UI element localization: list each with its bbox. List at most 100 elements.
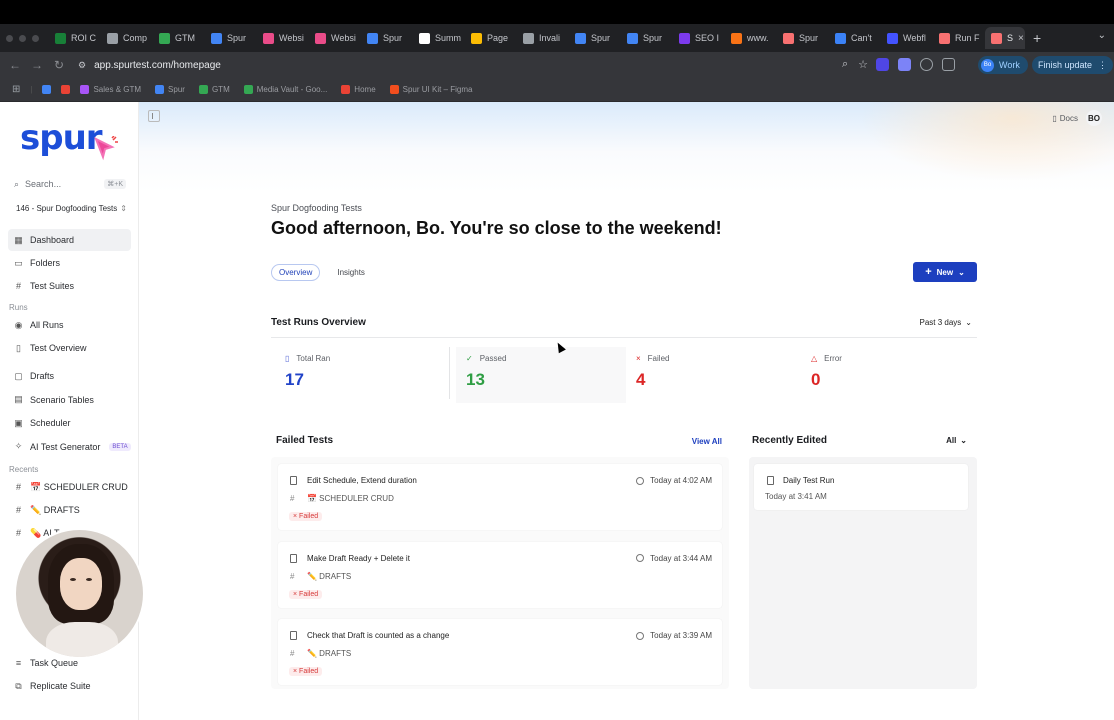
extension-icon[interactable] [920, 58, 933, 71]
view-all-link[interactable]: View All [692, 437, 722, 446]
stat-error[interactable]: △ Error 0 [801, 347, 971, 403]
sidebar-item[interactable]: ✧ AI Test Generator BETA [8, 436, 131, 458]
browser-tab[interactable]: Page [465, 27, 517, 49]
failed-test-card[interactable]: Edit Schedule, Extend duration # 📅 SCHEDUL… [278, 464, 722, 530]
bookmark-gmail[interactable] [61, 85, 71, 94]
bookmark-favicon-icon [389, 85, 399, 94]
spur-logo[interactable]: spur [20, 118, 118, 162]
bookmark-item[interactable]: Media Vault - Goo... [243, 85, 327, 94]
failed-test-card[interactable]: Check that Draft is counted as a change #… [278, 619, 722, 685]
browser-tab[interactable]: Can't [829, 27, 881, 49]
browser-tab[interactable]: Spur [205, 27, 257, 49]
bookmark-star-icon[interactable]: ☆ [858, 58, 868, 71]
browser-tab[interactable]: www. [725, 27, 777, 49]
logo-cursor-icon [94, 136, 118, 161]
tab-insights[interactable]: Insights [330, 265, 372, 280]
sidebar-item[interactable]: ▤ Scenario Tables [8, 389, 131, 411]
warning-icon: △ [811, 354, 818, 363]
browser-tab[interactable]: Summ [413, 27, 465, 49]
tab-label: Spur [383, 33, 403, 43]
x-icon: × [636, 354, 641, 363]
tab-overview[interactable]: Overview [271, 264, 321, 281]
bookmark-docs[interactable] [42, 85, 52, 94]
document-icon [767, 476, 774, 485]
puzzle-icon[interactable] [942, 58, 955, 71]
browser-tab[interactable]: SEO I [673, 27, 725, 49]
finish-update-label: Finish update [1038, 60, 1093, 70]
browser-tab[interactable]: Spur [569, 27, 621, 49]
recent-filter-dropdown[interactable]: All ⌄ [946, 436, 967, 445]
back-icon[interactable]: ← [4, 58, 26, 72]
bookmarks-bar: ⊞ | Sales & GTM Spur GTM Media Vault - Goo.… [0, 78, 1114, 102]
bookmark-item[interactable]: Spur [155, 85, 185, 94]
stat-separator [449, 347, 450, 399]
profile-work-button[interactable]: Bo Work [978, 56, 1028, 74]
window-controls[interactable] [6, 34, 39, 42]
site-info-icon[interactable]: ⚙ [78, 60, 86, 71]
sidebar-item[interactable]: # 📅 SCHEDULER CRUD [8, 476, 131, 498]
bookmark-item[interactable]: Home [341, 85, 376, 94]
zoom-icon[interactable]: ⌕ [842, 58, 848, 71]
sidebar-item[interactable]: ▦ Dashboard [8, 229, 131, 251]
tab-label: Run F [955, 33, 980, 43]
sidebar-item[interactable]: ▭ Folders [8, 252, 131, 274]
tab-search-icon[interactable]: ⌄ [1098, 30, 1106, 41]
sidebar-search[interactable]: ⌕ Search... ⌘+K [14, 176, 126, 192]
browser-tab[interactable]: ROI C [49, 27, 101, 49]
failed-test-card[interactable]: Make Draft Ready + Delete it # ✏️ DRAFTS × … [278, 541, 722, 608]
stat-passed[interactable]: ✓ Passed 13 [456, 347, 626, 403]
apps-grid-icon[interactable]: ⊞ [12, 84, 20, 95]
bookmark-item[interactable]: Sales & GTM [80, 85, 141, 94]
sidebar-item[interactable]: ⧉ Replicate Suite [8, 675, 131, 697]
sidebar-item[interactable]: ◉ All Runs [8, 314, 131, 336]
folder-icon: ▭ [14, 257, 23, 268]
browser-tab[interactable]: S × [985, 27, 1025, 49]
extension-icon[interactable] [898, 58, 911, 71]
tab-favicon-icon [367, 32, 378, 44]
browser-tab[interactable]: Run F [933, 27, 985, 49]
new-button[interactable]: + New ⌄ [913, 262, 977, 282]
tab-favicon-icon [107, 32, 118, 44]
browser-tab[interactable]: Websi [309, 27, 361, 49]
browser-tab[interactable]: Spur [361, 27, 413, 49]
sidebar-item[interactable]: ▯ Test Overview [8, 337, 131, 359]
browser-tab[interactable]: Invali [517, 27, 569, 49]
browser-tab[interactable]: Comp [101, 27, 153, 49]
sidebar-toggle-icon[interactable] [148, 110, 160, 122]
tab-label: Spur [643, 33, 663, 43]
sidebar-item[interactable]: ▣ Scheduler [8, 412, 131, 434]
sidebar-item[interactable]: # Test Suites [8, 275, 131, 297]
browser-tab[interactable]: Spur [777, 27, 829, 49]
browser-tab[interactable]: Spur [621, 27, 673, 49]
recent-filter-label: All [946, 436, 957, 445]
greeting-heading: Good afternoon, Bo. You're so close to t… [271, 218, 722, 238]
sidebar-item[interactable]: # ✏️ DRAFTS [8, 499, 131, 521]
bookmark-item[interactable]: GTM [198, 85, 230, 94]
url-field[interactable]: ⚙ app.spurtest.com/homepage ⌕ ☆ [78, 55, 868, 75]
new-tab-icon[interactable]: + [1033, 30, 1041, 46]
stat-failed[interactable]: × Failed 4 [626, 347, 796, 403]
hash-icon: # [290, 571, 295, 581]
range-dropdown[interactable]: Past 3 days ⌄ [919, 318, 972, 327]
reload-icon[interactable]: ↻ [48, 58, 70, 72]
url-text[interactable]: app.spurtest.com/homepage [94, 60, 221, 71]
bookmark-item[interactable]: Spur UI Kit – Figma [389, 85, 472, 94]
recent-item[interactable]: Daily Test Run Today at 3:41 AM [754, 464, 968, 510]
stat-total-ran[interactable]: ▯ Total Ran 17 [271, 347, 441, 403]
user-avatar[interactable]: BO [1086, 110, 1102, 126]
failed-test-time: Today at 3:44 AM [636, 554, 712, 563]
finish-update-button[interactable]: Finish update ⋮ [1032, 56, 1114, 74]
forward-icon[interactable]: → [26, 58, 48, 72]
extension-icon[interactable] [876, 58, 889, 71]
browser-tab[interactable]: Websi [257, 27, 309, 49]
browser-tab[interactable]: GTM [153, 27, 205, 49]
tab-label: S [1007, 33, 1014, 43]
project-selector[interactable]: 146 - Spur Dogfooding Tests ⇕ [16, 204, 127, 213]
close-tab-icon[interactable]: × [1018, 33, 1024, 44]
docs-link[interactable]: ▯ Docs [1052, 114, 1078, 123]
sidebar-item[interactable]: ▢ Drafts [8, 365, 131, 387]
tab-label: Summ [435, 33, 462, 43]
hash-icon: # [290, 649, 295, 658]
browser-tab[interactable]: Webfl [881, 27, 933, 49]
status-label: Failed [299, 668, 319, 675]
